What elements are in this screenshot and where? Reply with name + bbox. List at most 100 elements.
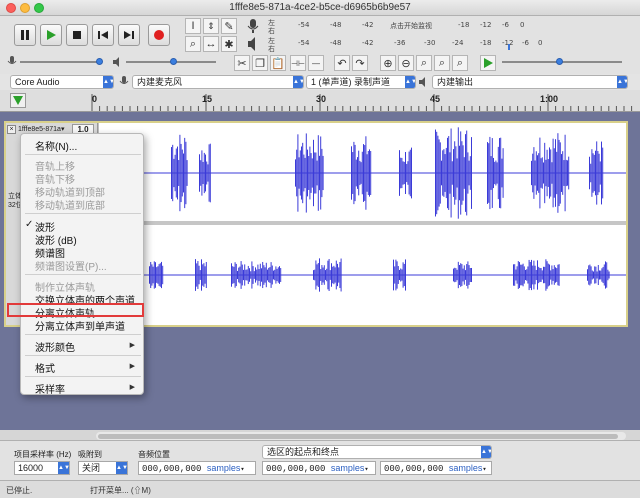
waveform-sample bbox=[247, 265, 249, 285]
skip-to-start-button[interactable] bbox=[92, 24, 114, 46]
recording-channels-value: 1 (单声道) 录制声道 bbox=[311, 77, 391, 87]
waveform-sample bbox=[251, 261, 253, 289]
undo-icon: ↶ bbox=[337, 57, 347, 70]
undo-button[interactable]: ↶ bbox=[334, 55, 350, 71]
time-shift-tool[interactable]: ↔ bbox=[203, 36, 219, 52]
waveform-sample bbox=[307, 149, 308, 197]
menu-item-sample-rate[interactable]: 采样率 bbox=[35, 381, 65, 396]
waveform-sample bbox=[538, 153, 540, 193]
waveform-sample bbox=[207, 164, 209, 182]
selection-mode-select[interactable]: 选区的起点和终点 ▲▼ bbox=[262, 445, 492, 459]
multi-tool[interactable]: ✱ bbox=[221, 36, 237, 52]
pause-button[interactable] bbox=[14, 24, 36, 46]
waveform-sample bbox=[149, 266, 150, 284]
waveform-sample bbox=[450, 128, 452, 218]
audio-position-unit[interactable]: samples bbox=[207, 463, 241, 473]
zoom-tool[interactable]: ⌕ bbox=[185, 36, 201, 52]
menu-item-format[interactable]: 格式 bbox=[35, 360, 55, 375]
waveform-sample bbox=[539, 137, 541, 209]
waveform-sample bbox=[364, 145, 366, 201]
recording-channels-select[interactable]: 1 (单声道) 录制声道 ▲▼ bbox=[306, 75, 416, 89]
chevron-down-icon: ▾ bbox=[364, 466, 369, 474]
selection-tool[interactable]: I bbox=[185, 18, 201, 34]
draw-tool[interactable]: ✎ bbox=[221, 18, 237, 34]
zoom-out-button[interactable]: ⊖ bbox=[398, 55, 414, 71]
waveform-display[interactable] bbox=[99, 123, 626, 325]
selection-end-unit[interactable]: samples bbox=[449, 463, 483, 473]
chevron-down-icon: ▲▼ bbox=[405, 76, 415, 88]
audio-host-select[interactable]: Core Audio ▲▼ bbox=[10, 75, 114, 89]
stop-button[interactable] bbox=[66, 24, 88, 46]
menu-item-wave-color[interactable]: 波形颜色 bbox=[35, 339, 75, 354]
pin-playhead-button[interactable] bbox=[10, 93, 26, 108]
start-monitoring-label[interactable]: 点击开始监视 bbox=[390, 21, 432, 31]
play-speed-knob[interactable] bbox=[556, 58, 563, 65]
waveform-sample bbox=[311, 158, 313, 188]
waveform-sample bbox=[231, 263, 232, 287]
playback-meter-scale[interactable]: -54 -48 -42 -36 -30 -24 -18 -12 -6 bbox=[276, 39, 538, 49]
ruler-tick-label: 30 bbox=[316, 94, 327, 104]
audio-position-field[interactable]: 000,000,000 samples▾ bbox=[138, 461, 256, 475]
waveform-sample bbox=[156, 267, 158, 283]
zoom-toggle-button[interactable]: ⌕ bbox=[452, 55, 468, 71]
waveform-sample bbox=[514, 264, 516, 286]
waveform-sample bbox=[319, 155, 320, 191]
playback-device-select[interactable]: 内建输出 ▲▼ bbox=[432, 75, 628, 89]
paste-button[interactable]: 📋 bbox=[270, 55, 286, 71]
waveform-sample bbox=[327, 260, 329, 290]
waveform-sample bbox=[205, 261, 207, 289]
menu-item-split-stereo-to-mono[interactable]: 分离立体声到单声道 bbox=[35, 318, 125, 333]
waveform-sample bbox=[357, 157, 358, 189]
play-button[interactable] bbox=[40, 24, 62, 46]
menu-item-name[interactable]: 名称(N)... bbox=[35, 138, 77, 153]
record-meter-icon[interactable] bbox=[246, 18, 260, 34]
waveform-sample bbox=[258, 269, 260, 281]
play-tick: -24 bbox=[452, 39, 464, 47]
selection-start-value: 000,000,000 bbox=[266, 464, 326, 474]
cut-button[interactable]: ✂ bbox=[234, 55, 250, 71]
silence-button[interactable]: — bbox=[308, 55, 324, 71]
envelope-tool[interactable]: ⇕ bbox=[203, 18, 219, 34]
fit-project-button[interactable]: ⌕ bbox=[434, 55, 450, 71]
trim-button[interactable]: ⊣⊢ bbox=[290, 55, 306, 71]
waveform-sample bbox=[606, 262, 608, 288]
skip-to-end-button[interactable] bbox=[118, 24, 140, 46]
envelope-icon: ⇕ bbox=[207, 20, 215, 31]
audio-position-label: 音频位置 bbox=[138, 450, 170, 459]
waveform-sample bbox=[443, 149, 445, 197]
toolbar: I ⇕ ✎ ⌕ ↔ ✱ 左 右 -54 -48 -42 点击开始监视 -18 -… bbox=[0, 16, 640, 74]
waveform-sample bbox=[489, 136, 491, 210]
timeline-ruler[interactable]: 0 15 30 45 1:00 bbox=[0, 90, 640, 112]
waveform-sample bbox=[447, 137, 448, 209]
selection-start-unit[interactable]: samples bbox=[331, 463, 365, 473]
waveform-sample bbox=[598, 153, 600, 193]
zoom-in-button[interactable]: ⊕ bbox=[380, 55, 396, 71]
waveform-sample bbox=[397, 266, 399, 284]
play-at-speed-button[interactable] bbox=[480, 55, 496, 71]
waveform-sample bbox=[239, 266, 241, 284]
redo-button[interactable]: ↷ bbox=[352, 55, 368, 71]
fit-selection-button[interactable]: ⌕ bbox=[416, 55, 432, 71]
waveform-sample bbox=[252, 266, 254, 284]
waveform-sample bbox=[280, 268, 282, 282]
waveform-sample bbox=[201, 150, 203, 196]
waveform-sample bbox=[232, 266, 234, 284]
waveform-sample bbox=[544, 266, 546, 284]
speaker-icon bbox=[418, 76, 430, 88]
record-meter-scale[interactable]: -54 -48 -42 点击开始监视 -18 -12 -6 bbox=[280, 21, 518, 31]
waveform-sample bbox=[351, 146, 352, 200]
copy-button[interactable]: ❐ bbox=[252, 55, 268, 71]
recording-volume-knob[interactable] bbox=[96, 58, 103, 65]
close-track-button[interactable]: × bbox=[7, 125, 16, 134]
waveform-sample bbox=[605, 261, 606, 289]
recording-volume-slider[interactable] bbox=[20, 61, 100, 63]
selection-end-field[interactable]: 000,000,000 samples▾ bbox=[380, 461, 492, 475]
waveform-sample bbox=[339, 262, 341, 288]
horizontal-scrollbar-thumb[interactable] bbox=[98, 434, 618, 439]
recording-device-select[interactable]: 内建麦克风 ▲▼ bbox=[132, 75, 304, 89]
selection-start-field[interactable]: 000,000,000 samples▾ bbox=[262, 461, 376, 475]
playback-meter-icon[interactable] bbox=[246, 36, 260, 52]
record-button[interactable] bbox=[148, 24, 170, 46]
playback-volume-knob[interactable] bbox=[170, 58, 177, 65]
waveform-sample bbox=[563, 160, 565, 186]
